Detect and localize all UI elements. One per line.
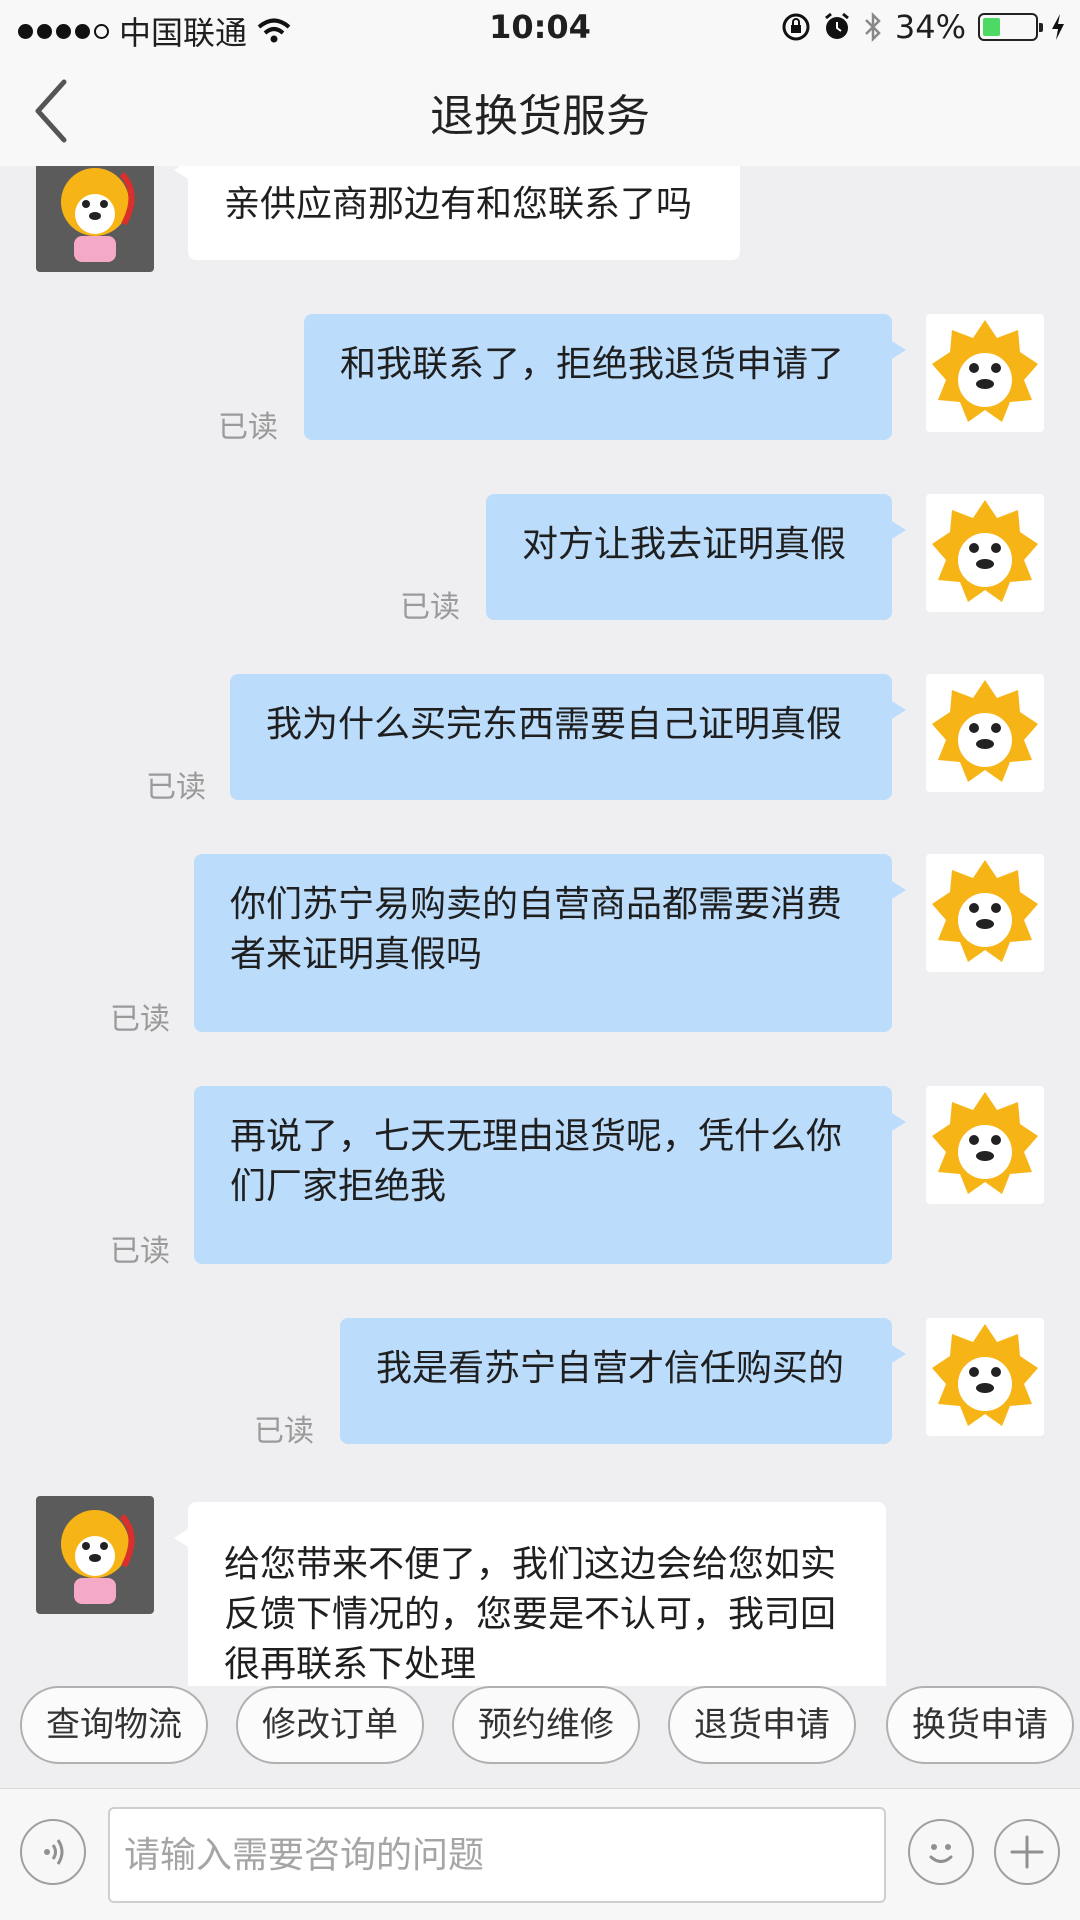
read-status: 已读 (218, 410, 278, 445)
agent-avatar[interactable] (36, 166, 154, 272)
agent-mascot-icon (61, 1510, 135, 1604)
alarm-icon (824, 12, 849, 39)
agent-mascot-icon (61, 168, 135, 262)
user-mascot-icon (932, 680, 1038, 782)
quick-actions-bar: 查询物流 修改订单 预约维修 退货申请 换货申请 (0, 1686, 1080, 1786)
quick-action-track-logistics[interactable]: 查询物流 (20, 1686, 208, 1764)
user-avatar[interactable] (926, 854, 1044, 972)
user-avatar[interactable] (926, 674, 1044, 792)
plus-icon (1010, 1835, 1044, 1869)
battery-level-fill (983, 18, 1000, 36)
message-bubble-agent[interactable]: 给您带来不便了，我们这边会给您如实反馈下情况的，您要是不认可，我司回很再联系下处… (174, 1502, 886, 1686)
message-bubble-user[interactable]: 你们苏宁易购卖的自营商品都需要消费者来证明真假吗 (194, 854, 906, 1032)
user-avatar[interactable] (926, 1318, 1044, 1436)
quick-action-return-request[interactable]: 退货申请 (668, 1686, 856, 1764)
message-text: 和我联系了，拒绝我退货申请了 (340, 344, 845, 385)
emoji-button[interactable] (908, 1819, 974, 1885)
message-bubble-user[interactable]: 我是看苏宁自营才信任购买的 (340, 1318, 906, 1444)
user-avatar[interactable] (926, 494, 1044, 612)
read-status: 已读 (110, 1002, 170, 1037)
voice-button[interactable] (20, 1819, 86, 1885)
bluetooth-icon (864, 11, 881, 43)
message-text: 对方让我去证明真假 (522, 524, 847, 565)
quick-action-exchange-request[interactable]: 换货申请 (886, 1686, 1074, 1764)
charging-icon (1052, 14, 1064, 40)
user-mascot-icon (932, 1324, 1038, 1426)
user-mascot-icon (932, 500, 1038, 602)
message-text: 再说了，七天无理由退货呢，凭什么你们厂家拒绝我 (230, 1116, 843, 1207)
user-mascot-icon (932, 1092, 1038, 1194)
battery-icon (978, 13, 1043, 41)
message-bubble-user[interactable]: 再说了，七天无理由退货呢，凭什么你们厂家拒绝我 (194, 1086, 906, 1264)
message-bubble-user[interactable]: 对方让我去证明真假 (486, 494, 906, 620)
quick-action-book-repair[interactable]: 预约维修 (452, 1686, 640, 1764)
user-avatar[interactable] (926, 314, 1044, 432)
add-button[interactable] (994, 1819, 1060, 1885)
message-text: 给您带来不便了，我们这边会给您如实反馈下情况的，您要是不认可，我司回很再联系下处… (224, 1544, 837, 1685)
message-bubble-user[interactable]: 和我联系了，拒绝我退货申请了 (304, 314, 906, 440)
quick-action-modify-order[interactable]: 修改订单 (236, 1686, 424, 1764)
message-text: 我为什么买完东西需要自己证明真假 (266, 704, 843, 745)
message-text: 我是看苏宁自营才信任购买的 (376, 1348, 845, 1389)
status-right: 34% (781, 8, 1066, 46)
read-status: 已读 (146, 770, 206, 805)
message-input[interactable] (108, 1807, 886, 1903)
read-status: 已读 (400, 590, 460, 625)
rotation-lock-icon (782, 13, 810, 41)
user-mascot-icon (932, 320, 1038, 422)
smiley-icon (929, 1844, 953, 1863)
message-text: 你们苏宁易购卖的自营商品都需要消费者来证明真假吗 (230, 884, 843, 975)
chat-area[interactable]: 亲供应商那边有和您联系了吗 和我联系了，拒绝我退货申请了 已读 对方让我去证明真… (0, 166, 1080, 1686)
message-bubble-agent[interactable]: 亲供应商那边有和您联系了吗 (174, 166, 740, 260)
nav-bar: 退换货服务 (0, 54, 1080, 166)
message-bubble-user[interactable]: 我为什么买完东西需要自己证明真假 (230, 674, 906, 800)
status-bar: 中国联通 10:04 34% (0, 0, 1080, 54)
page-title: 退换货服务 (430, 91, 650, 142)
agent-avatar[interactable] (36, 1496, 154, 1614)
read-status: 已读 (110, 1234, 170, 1269)
read-status: 已读 (254, 1414, 314, 1449)
user-mascot-icon (932, 860, 1038, 962)
voice-icon (44, 1839, 64, 1865)
user-avatar[interactable] (926, 1086, 1044, 1204)
message-text: 亲供应商那边有和您联系了吗 (224, 184, 693, 225)
battery-percent: 34% (894, 8, 966, 46)
input-bar (0, 1788, 1080, 1920)
